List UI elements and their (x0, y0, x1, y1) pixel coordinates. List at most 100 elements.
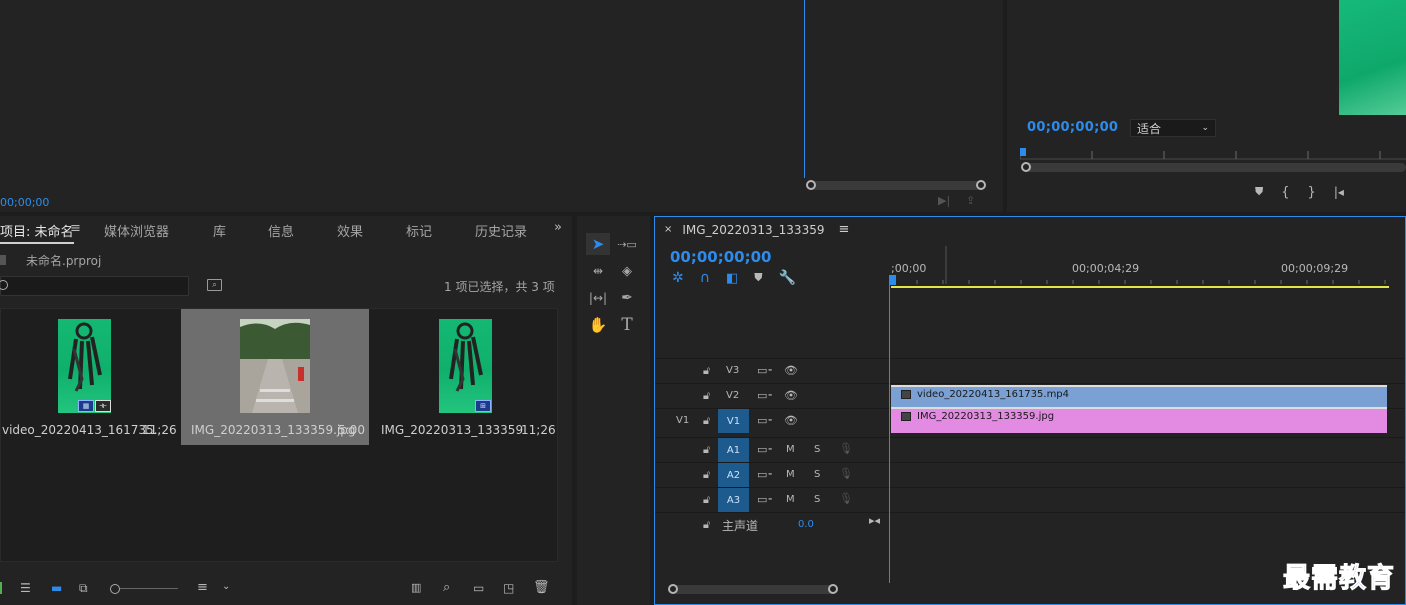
mute-button[interactable]: M (786, 444, 795, 455)
program-timecode[interactable]: 00;00;00;00 (1027, 120, 1118, 135)
wrench-icon[interactable]: 🔧 (779, 270, 796, 286)
track-select-tool-icon[interactable]: ⇢▭ (615, 233, 639, 255)
hand-tool-icon[interactable]: ✋ (586, 314, 610, 336)
list-view-icon[interactable]: ☰ (20, 581, 31, 595)
source-patch-v1[interactable]: V1 (676, 415, 689, 426)
add-marker-icon[interactable]: ⛊ (754, 271, 762, 285)
chevron-down-icon[interactable]: ⌄ (222, 581, 230, 592)
find-folder-icon[interactable]: ⌕ (207, 279, 222, 291)
mute-button[interactable]: M (786, 494, 795, 505)
source-timecode[interactable]: 00;00;00 (0, 196, 49, 209)
ripple-edit-tool-icon[interactable]: ⇹ (586, 260, 610, 282)
microphone-icon[interactable]: 🎙︎ (839, 492, 853, 505)
master-volume-value[interactable]: 0.0 (798, 519, 814, 530)
lock-icon[interactable]: 🔓︎ (703, 389, 710, 403)
tab-effects[interactable]: 效果 (337, 221, 363, 240)
nest-icon[interactable]: ✲ (672, 270, 684, 286)
scroll-right-handle[interactable] (976, 180, 986, 190)
snap-magnet-icon[interactable]: ∩ (700, 270, 710, 286)
track-target-v1[interactable]: V1 (718, 409, 749, 433)
go-to-in-icon[interactable]: |◂ (1334, 185, 1344, 199)
sync-lock-icon[interactable]: ▭⁃ (757, 443, 773, 456)
track-target-a1[interactable]: A1 (718, 438, 749, 462)
slip-tool-icon[interactable]: |↔| (586, 287, 610, 309)
panel-menu-icon[interactable]: ≡ (838, 222, 849, 237)
sync-lock-icon[interactable]: ▭⁃ (757, 414, 773, 427)
add-marker-icon[interactable]: ⛊ (1255, 185, 1263, 199)
lock-icon[interactable]: 🔓︎ (703, 443, 710, 457)
mark-out-icon[interactable]: } (1308, 185, 1316, 200)
track-target-a2[interactable]: A2 (718, 463, 749, 487)
sync-lock-icon[interactable]: ▭⁃ (757, 389, 773, 402)
tab-libraries[interactable]: 库 (213, 221, 226, 240)
track-target-a3[interactable]: A3 (718, 488, 749, 512)
program-zoom-scrollbar[interactable] (1021, 162, 1406, 172)
freeform-view-icon[interactable]: ⧉ (79, 581, 88, 596)
more-tabs-icon[interactable]: » (554, 220, 562, 235)
timeline-clip-video[interactable]: video_20220413_161735.mp4 (891, 385, 1387, 409)
go-to-end-icon[interactable]: ▸◂ (869, 514, 880, 527)
mark-in-icon[interactable]: { (1281, 185, 1289, 200)
tab-history[interactable]: 历史记录 (475, 221, 527, 240)
sync-lock-icon[interactable]: ▭⁃ (757, 364, 773, 377)
work-area-bar[interactable] (891, 286, 1389, 288)
pen-tool-icon[interactable]: ✒ (615, 287, 639, 309)
zoom-level-dropdown[interactable]: 适合 ⌄ (1130, 119, 1216, 137)
microphone-icon[interactable]: 🎙︎ (839, 442, 853, 455)
eye-icon[interactable]: 👁︎ (784, 389, 798, 402)
scroll-left-handle[interactable] (668, 584, 678, 594)
timeline-time-ruler[interactable]: ;00;00 00;00;04;29 00;00;09;29 (889, 244, 1406, 288)
icon-view-icon[interactable]: ▬ (51, 581, 62, 595)
close-icon[interactable]: × (664, 224, 672, 235)
timeline-playhead-line[interactable] (889, 280, 890, 583)
eye-icon[interactable]: 👁︎ (784, 364, 798, 377)
solo-button[interactable]: S (814, 469, 820, 480)
lock-icon[interactable]: 🔓︎ (703, 468, 710, 482)
tab-info[interactable]: 信息 (268, 221, 294, 240)
linked-selection-icon[interactable]: ◧ (726, 271, 738, 286)
solo-button[interactable]: S (814, 494, 820, 505)
sync-lock-icon[interactable]: ▭⁃ (757, 493, 773, 506)
panel-menu-icon[interactable]: ≡ (70, 221, 81, 236)
scroll-left-handle[interactable] (1021, 162, 1031, 172)
lock-icon[interactable]: 🔓︎ (703, 493, 710, 507)
scroll-left-handle[interactable] (806, 180, 816, 190)
new-item-icon[interactable]: ◳ (503, 581, 514, 595)
zoom-slider-track[interactable] (120, 588, 178, 589)
tab-markers[interactable]: 标记 (406, 221, 432, 240)
source-zoom-scrollbar[interactable] (806, 180, 986, 190)
selection-tool-icon[interactable]: ➤ (586, 233, 610, 255)
find-icon[interactable]: ⌕ (443, 580, 450, 595)
scroll-right-handle[interactable] (828, 584, 838, 594)
mute-button[interactable]: M (786, 469, 795, 480)
media-item-image[interactable]: IMG_20220313_133359.jpg 5:00 (181, 309, 369, 445)
source-playhead-line[interactable] (804, 0, 805, 178)
program-time-ruler[interactable] (1020, 148, 1406, 160)
timeline-clip-image[interactable]: IMG_20220313_133359.jpg (891, 409, 1387, 433)
lock-icon[interactable]: 🔓︎ (703, 364, 710, 378)
sequence-timecode[interactable]: 00;00;00;00 (670, 248, 772, 266)
lock-icon[interactable]: 🔓︎ (703, 414, 710, 428)
project-search-input[interactable] (0, 276, 189, 296)
lock-icon[interactable]: 🔓︎ (703, 518, 710, 532)
timeline-zoom-scrollbar[interactable] (668, 584, 838, 594)
sequence-tab[interactable]: × IMG_20220313_133359 ≡ (664, 222, 849, 237)
clear-icon[interactable]: 🗑 (533, 580, 550, 595)
sort-icon[interactable]: ≡ (197, 580, 208, 595)
razor-tool-icon[interactable]: ◈ (615, 260, 639, 282)
solo-button[interactable]: S (814, 444, 820, 455)
automate-to-sequence-icon[interactable]: ▥ (411, 581, 421, 594)
insert-icon[interactable]: ▶| (938, 194, 950, 207)
media-item-sequence[interactable]: ⊞ IMG_20220313_133359 11;26 (371, 309, 557, 445)
export-frame-icon[interactable]: ⇪ (966, 194, 975, 207)
media-item-video[interactable]: ▦ ⟛ video_20220413_161735... 11;26 (1, 309, 179, 445)
write-protect-icon[interactable] (0, 582, 2, 594)
new-bin-icon[interactable]: ▭ (473, 581, 484, 595)
type-tool-icon[interactable]: T (615, 314, 639, 336)
zoom-slider-handle[interactable] (110, 584, 120, 594)
playhead-icon[interactable] (889, 275, 896, 285)
eye-icon[interactable]: 👁︎ (784, 414, 798, 427)
microphone-icon[interactable]: 🎙︎ (839, 467, 853, 480)
sync-lock-icon[interactable]: ▭⁃ (757, 468, 773, 481)
tab-project[interactable]: 项目: 未命名 (0, 221, 74, 244)
